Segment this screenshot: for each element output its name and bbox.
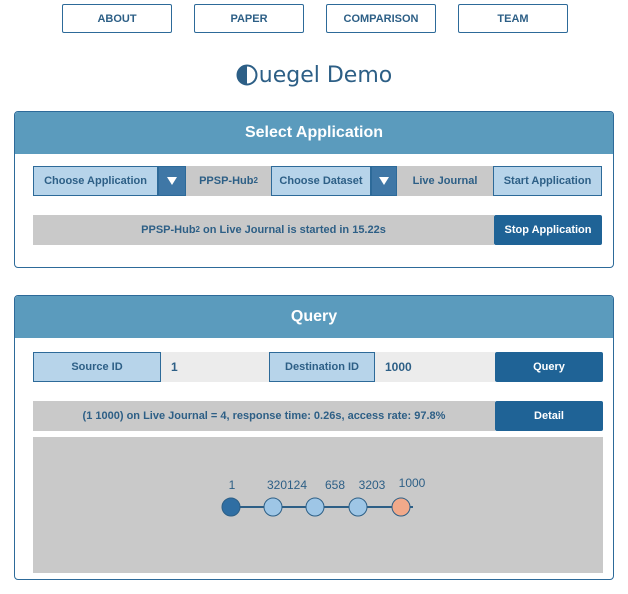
destination-id-label: Destination ID <box>269 352 375 382</box>
selected-application-text: PPSP-Hub <box>199 175 254 187</box>
triangle-down-icon <box>379 177 389 185</box>
destination-id-input[interactable]: 1000 <box>375 352 495 382</box>
nav-comparison-button[interactable]: COMPARISON <box>326 4 436 33</box>
source-id-input[interactable]: 1 <box>161 352 269 382</box>
path-node-label: 1 <box>229 478 236 492</box>
nav-about-button[interactable]: ABOUT <box>62 4 172 33</box>
detail-button[interactable]: Detail <box>495 401 603 431</box>
source-id-label: Source ID <box>33 352 161 382</box>
path-visualization: 1 320124 658 3203 1000 <box>33 437 603 573</box>
path-node-label: 1000 <box>399 476 426 490</box>
nav-paper-button[interactable]: PAPER <box>194 4 304 33</box>
path-node-target[interactable] <box>391 497 411 517</box>
select-application-panel: Select Application Choose Application PP… <box>14 111 614 268</box>
application-dropdown-toggle[interactable] <box>158 166 186 196</box>
stop-application-button[interactable]: Stop Application <box>494 215 602 245</box>
selected-application: PPSP-Hub 2 <box>186 166 271 196</box>
half-circle-q-icon <box>236 64 258 86</box>
dataset-dropdown-toggle[interactable] <box>371 166 397 196</box>
status-app-text: PPSP-Hub <box>141 224 196 236</box>
path-node-label: 320124 <box>267 478 307 492</box>
query-header: Query <box>15 296 613 338</box>
status-message-text: on Live Journal is started in 15.22s <box>200 224 386 236</box>
path-node-source[interactable] <box>221 497 241 517</box>
application-status: PPSP-Hub 2 on Live Journal is started in … <box>33 215 494 245</box>
nav-team-button[interactable]: TEAM <box>458 4 568 33</box>
triangle-down-icon <box>167 177 177 185</box>
query-result: (1 1000) on Live Journal = 4, response t… <box>33 401 495 431</box>
path-node[interactable] <box>305 497 325 517</box>
path-node[interactable] <box>348 497 368 517</box>
choose-application-label[interactable]: Choose Application <box>33 166 158 196</box>
choose-dataset-label[interactable]: Choose Dataset <box>271 166 371 196</box>
app-logo: uegel Demo <box>0 58 628 92</box>
logo-title: uegel Demo <box>258 62 393 88</box>
path-node[interactable] <box>263 497 283 517</box>
selected-dataset: Live Journal <box>397 166 493 196</box>
path-node-label: 3203 <box>359 478 386 492</box>
select-application-header: Select Application <box>15 112 613 154</box>
query-panel: Query Source ID 1 Destination ID 1000 Qu… <box>14 295 614 580</box>
start-application-button[interactable]: Start Application <box>493 166 602 196</box>
path-node-label: 658 <box>325 478 345 492</box>
query-button[interactable]: Query <box>495 352 603 382</box>
path-graph: 1 320124 658 3203 1000 <box>221 476 426 517</box>
